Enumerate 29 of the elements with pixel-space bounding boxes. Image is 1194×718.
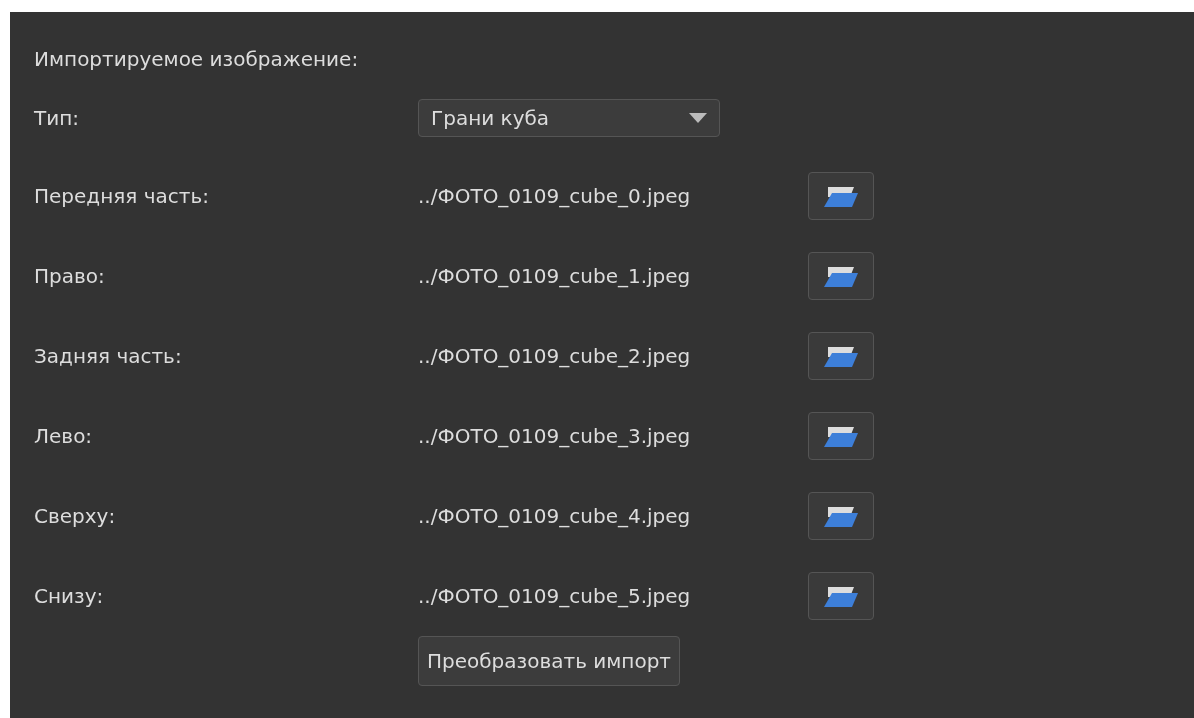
field-label: Задняя часть:: [34, 343, 183, 370]
folder-icon: [824, 505, 858, 527]
file-path: ../ФОТО_0109_cube_3.jpeg: [418, 423, 692, 450]
caret-icon: [689, 113, 707, 123]
browse-button[interactable]: [808, 412, 874, 460]
browse-button[interactable]: [808, 252, 874, 300]
file-path: ../ФОТО_0109_cube_0.jpeg: [418, 183, 692, 210]
browse-button[interactable]: [808, 332, 874, 380]
convert-import-button[interactable]: Преобразовать импорт: [418, 636, 680, 686]
folder-icon: [824, 185, 858, 207]
browse-button[interactable]: [808, 172, 874, 220]
file-path: ../ФОТО_0109_cube_2.jpeg: [418, 343, 692, 370]
type-dropdown[interactable]: Грани куба: [418, 99, 720, 137]
folder-icon: [824, 585, 858, 607]
folder-icon: [824, 345, 858, 367]
field-label: Снизу:: [34, 583, 105, 610]
field-label: Передняя часть:: [34, 183, 210, 210]
field-label: Лево:: [34, 423, 94, 450]
file-path: ../ФОТО_0109_cube_1.jpeg: [418, 263, 692, 290]
file-path: ../ФОТО_0109_cube_5.jpeg: [418, 583, 692, 610]
section-title: Импортируемое изображение:: [34, 46, 360, 73]
file-path: ../ФОТО_0109_cube_4.jpeg: [418, 503, 692, 530]
field-label: Сверху:: [34, 503, 117, 530]
field-label: Право:: [34, 263, 106, 290]
folder-icon: [824, 425, 858, 447]
folder-icon: [824, 265, 858, 287]
browse-button[interactable]: [808, 492, 874, 540]
browse-button[interactable]: [808, 572, 874, 620]
field-label: Тип:: [34, 105, 81, 132]
